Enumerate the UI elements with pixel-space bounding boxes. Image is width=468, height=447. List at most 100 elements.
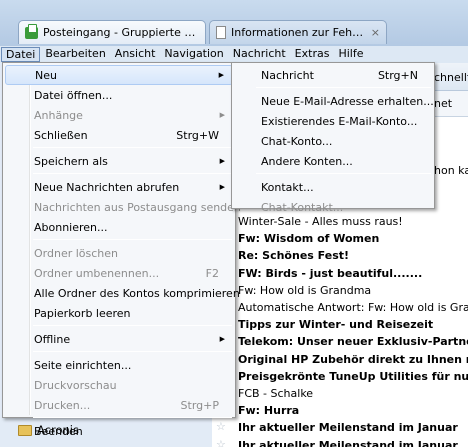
menu-separator [256, 173, 431, 174]
menu-item-speichern-als[interactable]: Speichern als ▶ [5, 151, 233, 171]
menu-separator [33, 325, 232, 326]
message-row[interactable]: Fw: Hurra [212, 402, 468, 419]
menu-bar: Datei Bearbeiten Ansicht Navigation Nach… [0, 46, 468, 63]
message-row[interactable]: Preisgekrönte TuneUp Utilities für nur 1… [212, 368, 468, 385]
tab-label: Informationen zur Fehlerb... [231, 26, 366, 39]
menu-ansicht[interactable]: Ansicht [111, 47, 160, 62]
menu-datei[interactable]: Datei [1, 47, 41, 62]
submenu-arrow-icon: ▶ [219, 335, 225, 343]
menu-item-alle-ordner-des-kontos-komprimieren[interactable]: Alle Ordner des Kontos komprimieren [5, 283, 240, 303]
menu-item-drucken[interactable]: Drucken... Strg+P [5, 395, 233, 415]
submenu-arrow-icon: ▶ [218, 71, 224, 79]
tab-error-info[interactable]: Informationen zur Fehlerb... × [209, 20, 387, 44]
menu-item-label: Neue E-Mail-Adresse erhalten... [261, 94, 434, 108]
menu-item-abonnieren[interactable]: Abonnieren... [5, 217, 233, 237]
menu-item-label: Neue Nachrichten abrufen [34, 180, 180, 194]
menu-item-seite-einrichten[interactable]: Seite einrichten... [5, 355, 233, 375]
menu-item-label: Alle Ordner des Kontos komprimieren [34, 286, 240, 300]
message-row[interactable]: ➔Fw: How old is Grandma [212, 282, 468, 299]
menu-bearbeiten[interactable]: Bearbeiten [41, 47, 109, 62]
message-subject: Ihr aktueller Meilenstand im Januar [238, 421, 458, 435]
message-subject: Original HP Zubehör direkt zu Ihnen nach… [238, 352, 468, 366]
tab-inbox[interactable]: Posteingang - Gruppierte Or... [18, 20, 206, 44]
message-row[interactable]: Telekom: Unser neuer Exklusiv-Partner Te… [212, 333, 468, 350]
message-subject: Tipps zur Winter- und Reisezeit [238, 318, 434, 332]
shortcut-label: Strg+N [377, 68, 418, 82]
menu-item-nachrichten-aus-postausgang-senden[interactable]: Nachrichten aus Postausgang senden [5, 197, 241, 217]
menu-item-anhaenge[interactable]: Anhänge ▶ [5, 105, 233, 125]
submenu-arrow-icon: ▶ [219, 157, 225, 165]
menu-item-label: Seite einrichten... [34, 358, 132, 372]
menu-navigation[interactable]: Navigation [160, 47, 227, 62]
submenu-item-neue-e-mail-adresse-erhalten[interactable]: Neue E-Mail-Adresse erhalten... [234, 91, 434, 111]
menu-item-label: Neu [35, 68, 57, 82]
message-subject: Automatische Antwort: Fw: How old is Gra… [238, 301, 468, 314]
submenu-arrow-icon: ▶ [219, 183, 225, 191]
message-subject: Preisgekrönte TuneUp Utilities für nur 1… [238, 369, 468, 383]
message-subject: Ihr aktueller Meilenstand im Januar [238, 438, 458, 447]
menu-item-label: Datei öffnen... [34, 88, 113, 102]
quickfilter-partial[interactable]: chnellfi [434, 71, 468, 84]
menu-item-druckvorschau[interactable]: Druckvorschau [5, 375, 233, 395]
inbox-icon [25, 23, 38, 39]
menu-hilfe[interactable]: Hilfe [334, 47, 367, 62]
menu-item-label: Kontakt... [261, 180, 314, 194]
menu-item-label: Offline [34, 332, 71, 346]
menu-item-label: Nachrichten aus Postausgang senden [34, 200, 241, 214]
menu-item-label: Chat-Konto... [261, 134, 333, 148]
close-icon[interactable]: × [371, 26, 380, 39]
menu-item-label: Schließen [34, 128, 88, 142]
shortcut-label: Strg+P [180, 398, 219, 412]
tab-label: Posteingang - Gruppierte Or... [43, 26, 199, 39]
menu-item-offline[interactable]: Offline ▶ [5, 329, 233, 349]
menu-item-schliessen[interactable]: Schließen Strg+W [5, 125, 233, 145]
menu-separator [33, 239, 232, 240]
message-subject: Fw: How old is Grandma [238, 283, 372, 297]
menu-item-label: Ordner löschen [34, 246, 119, 260]
submenu-item-chat-kontakt[interactable]: Chat-Kontakt... [234, 197, 432, 217]
message-subject: Re: Schönes Fest! [238, 249, 350, 263]
menu-item-label: Ordner umbenennen... [34, 266, 160, 280]
menu-separator [33, 147, 232, 148]
menu-item-label: Drucken... [34, 398, 91, 412]
message-row[interactable]: FCB - Schalke [212, 385, 468, 402]
message-row[interactable]: Automatische Antwort: Fw: How old is Gra… [212, 299, 468, 316]
menu-item-neu[interactable]: Neu ▶ [5, 65, 233, 85]
message-subject: Fw: Wisdom of Women [238, 232, 380, 246]
menu-item-neue-nachrichten-abrufen[interactable]: Neue Nachrichten abrufen ▶ [5, 177, 233, 197]
menu-item-label: Anhänge [34, 108, 83, 122]
menu-nachricht[interactable]: Nachricht [229, 47, 290, 62]
menu-item-papierkorb-leeren[interactable]: Papierkorb leeren [5, 303, 233, 323]
menu-item-ordner-umbenennen[interactable]: Ordner umbenennen... F2 [5, 263, 233, 283]
menu-item-ordner-loeschen[interactable]: Ordner löschen [5, 243, 233, 263]
message-row[interactable]: FW: Birds - just beautiful....... [212, 265, 468, 282]
submenu-item-kontakt[interactable]: Kontakt... [234, 177, 432, 197]
menu-item-datei-oeffnen[interactable]: Datei öffnen... [5, 85, 233, 105]
submenu-item-chat-konto[interactable]: Chat-Konto... [234, 131, 432, 151]
message-row[interactable]: Re: Schönes Fest! [212, 247, 468, 264]
message-row[interactable]: Tipps zur Winter- und Reisezeit [212, 316, 468, 333]
message-row[interactable]: Fw: Wisdom of Women [212, 230, 468, 247]
message-subject: FCB - Schalke [238, 387, 314, 400]
menu-separator [33, 417, 232, 418]
menu-item-label: Speichern als [34, 154, 108, 168]
menu-item-label: Beenden [34, 424, 83, 438]
menu-item-label: Chat-Kontakt... [261, 200, 344, 214]
message-row[interactable]: Ihr aktueller Meilenstand im Januar [212, 437, 468, 447]
message-subject: FW: Birds - just beautiful....... [238, 266, 423, 280]
menu-item-label: Abonnieren... [34, 220, 108, 234]
toolbar-partial-text: net [434, 97, 453, 110]
menu-extras[interactable]: Extras [291, 47, 334, 62]
submenu-item-andere-konten[interactable]: Andere Konten... [234, 151, 432, 171]
submenu-item-nachricht[interactable]: Nachricht Strg+N [234, 65, 432, 85]
submenu-item-existierendes-e-mail-konto[interactable]: Existierendes E-Mail-Konto... [234, 111, 432, 131]
menu-item-label: Nachricht [261, 68, 314, 82]
message-row[interactable]: Original HP Zubehör direkt zu Ihnen nach… [212, 351, 468, 368]
neu-submenu: Nachricht Strg+N Neue E-Mail-Adresse erhal… [231, 62, 435, 214]
datei-menu: Neu ▶ Datei öffnen... Anhänge ▶ Schließen Strg… [2, 62, 241, 438]
shortcut-label: F2 [205, 266, 219, 280]
menu-item-beenden[interactable]: Beenden [5, 421, 233, 441]
message-row[interactable]: Ihr aktueller Meilenstand im Januar [212, 419, 468, 436]
message-subject: Telekom: Unser neuer Exklusiv-Partner Te… [238, 335, 468, 349]
menu-item-label: Andere Konten... [261, 154, 353, 168]
